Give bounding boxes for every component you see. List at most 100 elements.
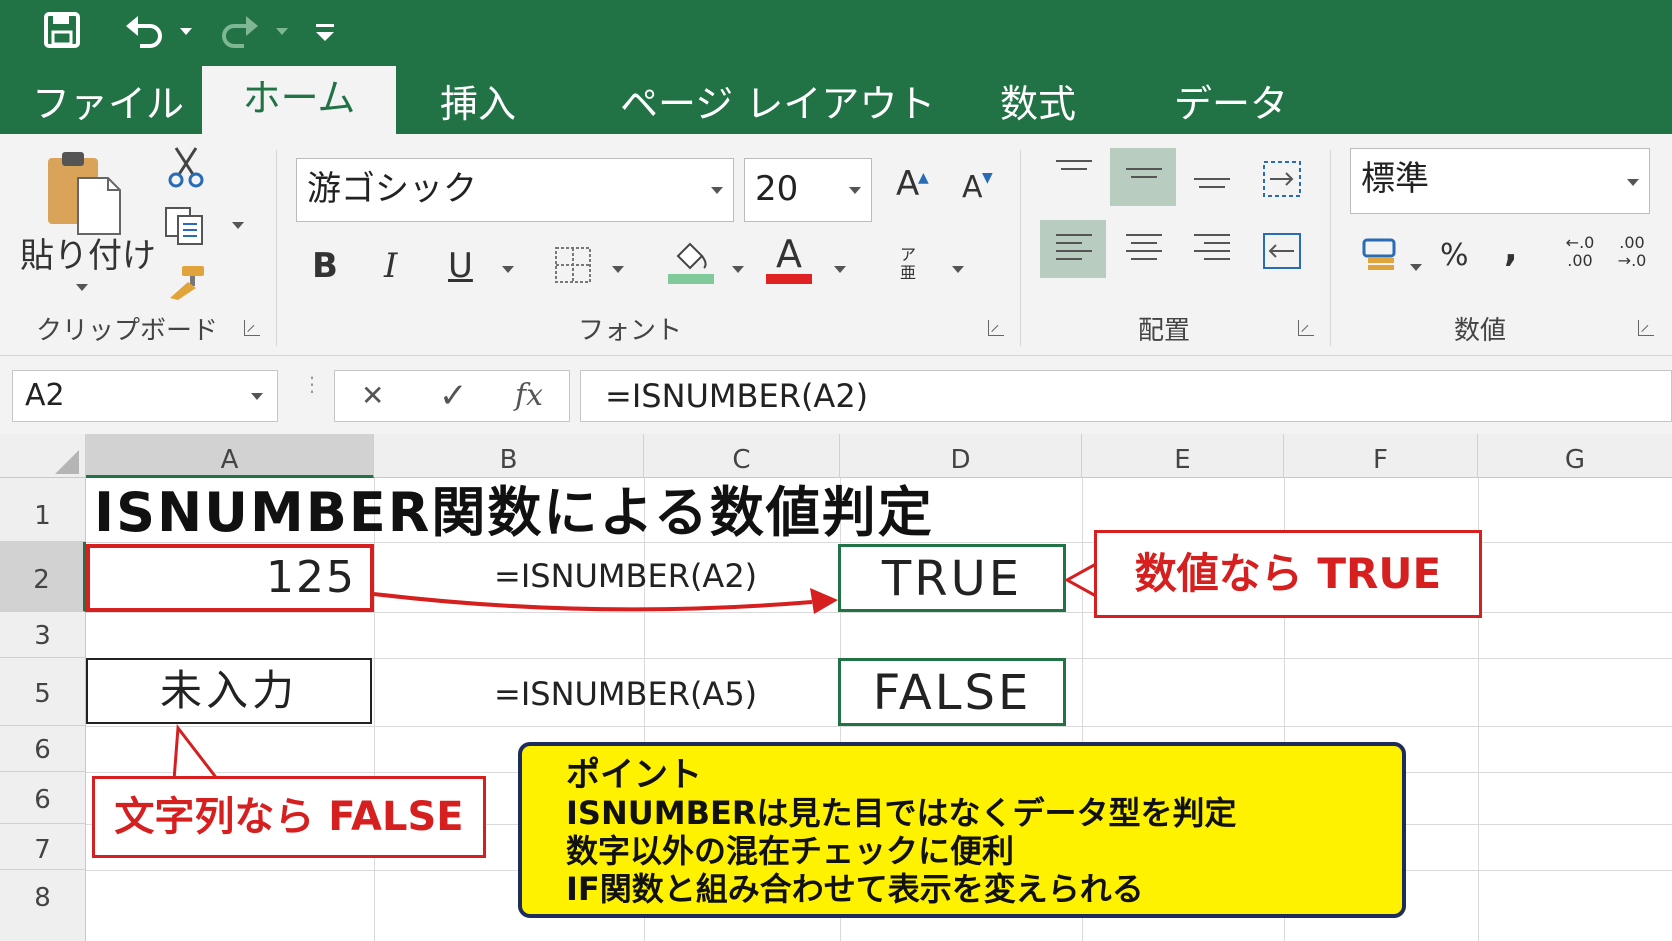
font-color-label: A: [776, 232, 802, 276]
column-header-a[interactable]: A: [86, 434, 374, 478]
group-separator: [276, 150, 277, 346]
grow-font-label: A: [896, 164, 920, 204]
paste-dropdown-icon[interactable]: [76, 284, 88, 291]
row-header-8[interactable]: 8: [0, 870, 86, 941]
font-color-dropdown-icon[interactable]: [834, 266, 846, 273]
row-header-6[interactable]: 6: [0, 726, 86, 772]
font-color-button[interactable]: A: [766, 234, 812, 284]
underline-button[interactable]: U: [448, 246, 473, 286]
column-headers: A B C D E F G: [0, 434, 1672, 478]
merge-center-icon[interactable]: [1262, 232, 1302, 270]
customize-toolbar-icon[interactable]: [314, 22, 336, 42]
cell-d2[interactable]: TRUE: [838, 544, 1066, 612]
fill-color-dropdown-icon[interactable]: [732, 266, 744, 273]
undo-dropdown-icon[interactable]: [180, 28, 192, 35]
font-color-bar: [766, 274, 812, 284]
percent-style-button[interactable]: %: [1440, 236, 1469, 276]
name-box[interactable]: A2: [12, 370, 278, 422]
paste-label[interactable]: 貼り付け: [20, 236, 156, 276]
alignment-group-label: 配置: [1138, 316, 1191, 346]
cell-a5[interactable]: 未入力: [86, 658, 372, 724]
ribbon-tabs: ファイル ホーム 挿入 ページ レイアウト 数式 データ: [0, 62, 1672, 134]
tab-formulas[interactable]: 数式: [1000, 74, 1076, 134]
redo-icon[interactable]: [220, 12, 260, 50]
shrink-font-button[interactable]: A ▼: [962, 168, 993, 208]
select-all-button[interactable]: [0, 434, 86, 478]
alignment-launcher-icon[interactable]: [1298, 320, 1314, 336]
copy-icon[interactable]: [164, 206, 206, 246]
tab-home[interactable]: ホーム: [202, 66, 396, 134]
cell-a2[interactable]: 125: [86, 544, 374, 612]
undo-icon[interactable]: [124, 12, 164, 50]
format-painter-icon[interactable]: [166, 264, 206, 300]
copy-dropdown-icon[interactable]: [232, 222, 244, 229]
enter-icon[interactable]: ✓: [439, 375, 468, 417]
number-launcher-icon[interactable]: [1638, 320, 1654, 336]
cell-b5-formula[interactable]: =ISNUMBER(A5): [494, 674, 757, 714]
tab-file[interactable]: ファイル: [32, 74, 184, 134]
wrap-text-icon[interactable]: [1262, 160, 1302, 198]
cancel-icon[interactable]: ✕: [361, 375, 384, 417]
currency-dropdown-icon[interactable]: [1410, 264, 1422, 271]
row-header-2[interactable]: 2: [0, 542, 86, 612]
row-header-3[interactable]: 3: [0, 612, 86, 658]
comma-style-button[interactable]: ,: [1504, 230, 1518, 270]
borders-icon[interactable]: [554, 246, 592, 284]
callout-pointer: [172, 724, 220, 780]
column-header-e[interactable]: E: [1082, 434, 1284, 478]
insert-function-button[interactable]: fx: [515, 375, 543, 417]
true-callout: 数値なら TRUE: [1094, 530, 1482, 618]
align-top-button[interactable]: [1040, 148, 1106, 206]
column-header-g[interactable]: G: [1478, 434, 1672, 478]
cell-d5[interactable]: FALSE: [838, 658, 1066, 726]
chevron-down-icon: [1627, 179, 1639, 186]
column-header-f[interactable]: F: [1284, 434, 1478, 478]
align-left-button[interactable]: [1040, 220, 1106, 278]
group-separator: [1330, 150, 1331, 346]
row-header-7[interactable]: 7: [0, 824, 86, 870]
save-icon[interactable]: [44, 12, 80, 48]
italic-button[interactable]: I: [384, 246, 397, 286]
grid-line: [374, 478, 375, 941]
column-header-d[interactable]: D: [840, 434, 1082, 478]
font-size-dropdown[interactable]: 20: [744, 158, 872, 222]
sheet-title-cell[interactable]: ISNUMBER関数による数値判定: [94, 480, 934, 546]
number-format-dropdown[interactable]: 標準: [1350, 148, 1650, 214]
align-bottom-button[interactable]: [1178, 148, 1244, 206]
font-name-dropdown[interactable]: 游ゴシック: [296, 158, 734, 222]
column-header-c[interactable]: C: [644, 434, 840, 478]
align-middle-button[interactable]: [1110, 148, 1176, 206]
clipboard-launcher-icon[interactable]: [244, 320, 260, 336]
ribbon-home: 貼り付け クリップボード 游ゴシック 20 A ▲ A ▼ B I U A ア亜…: [0, 134, 1672, 356]
tab-page-layout[interactable]: ページ レイアウト: [620, 74, 935, 134]
row-header-1[interactable]: 1: [0, 478, 86, 542]
borders-dropdown-icon[interactable]: [612, 266, 624, 273]
column-header-b[interactable]: B: [374, 434, 644, 478]
formula-input[interactable]: =ISNUMBER(A2): [580, 370, 1672, 422]
grow-font-button[interactable]: A ▲: [896, 164, 929, 204]
phonetic-dropdown-icon[interactable]: [952, 266, 964, 273]
decrease-decimal-button[interactable]: .00 →.0: [1612, 234, 1652, 270]
increase-decimal-button[interactable]: ←.0 .00: [1560, 234, 1600, 270]
align-center-button[interactable]: [1110, 220, 1176, 278]
point-note-box: ポイント ISNUMBERは見た目ではなくデータ型を判定 数字以外の混在チェック…: [518, 742, 1406, 918]
chevron-down-icon: [251, 393, 263, 400]
align-right-button[interactable]: [1178, 220, 1244, 278]
more-options-icon[interactable]: ⋮: [302, 374, 322, 394]
tab-insert[interactable]: 挿入: [440, 74, 516, 134]
font-launcher-icon[interactable]: [988, 320, 1004, 336]
cut-icon[interactable]: [166, 146, 206, 188]
underline-dropdown-icon[interactable]: [502, 266, 514, 273]
paste-icon[interactable]: [44, 148, 126, 236]
fill-color-icon[interactable]: [668, 240, 714, 284]
row-header-5[interactable]: 5: [0, 658, 86, 726]
arrow-a2-to-d2: [373, 588, 838, 614]
bold-button[interactable]: B: [312, 246, 338, 286]
callout-pointer: [1064, 562, 1096, 598]
row-header-6b[interactable]: 6: [0, 772, 86, 824]
tab-data[interactable]: データ: [1174, 74, 1288, 134]
phonetic-button[interactable]: ア亜: [890, 246, 926, 282]
redo-dropdown-icon[interactable]: [276, 28, 288, 35]
number-group-label: 数値: [1454, 316, 1507, 346]
currency-format-icon[interactable]: [1362, 234, 1398, 274]
